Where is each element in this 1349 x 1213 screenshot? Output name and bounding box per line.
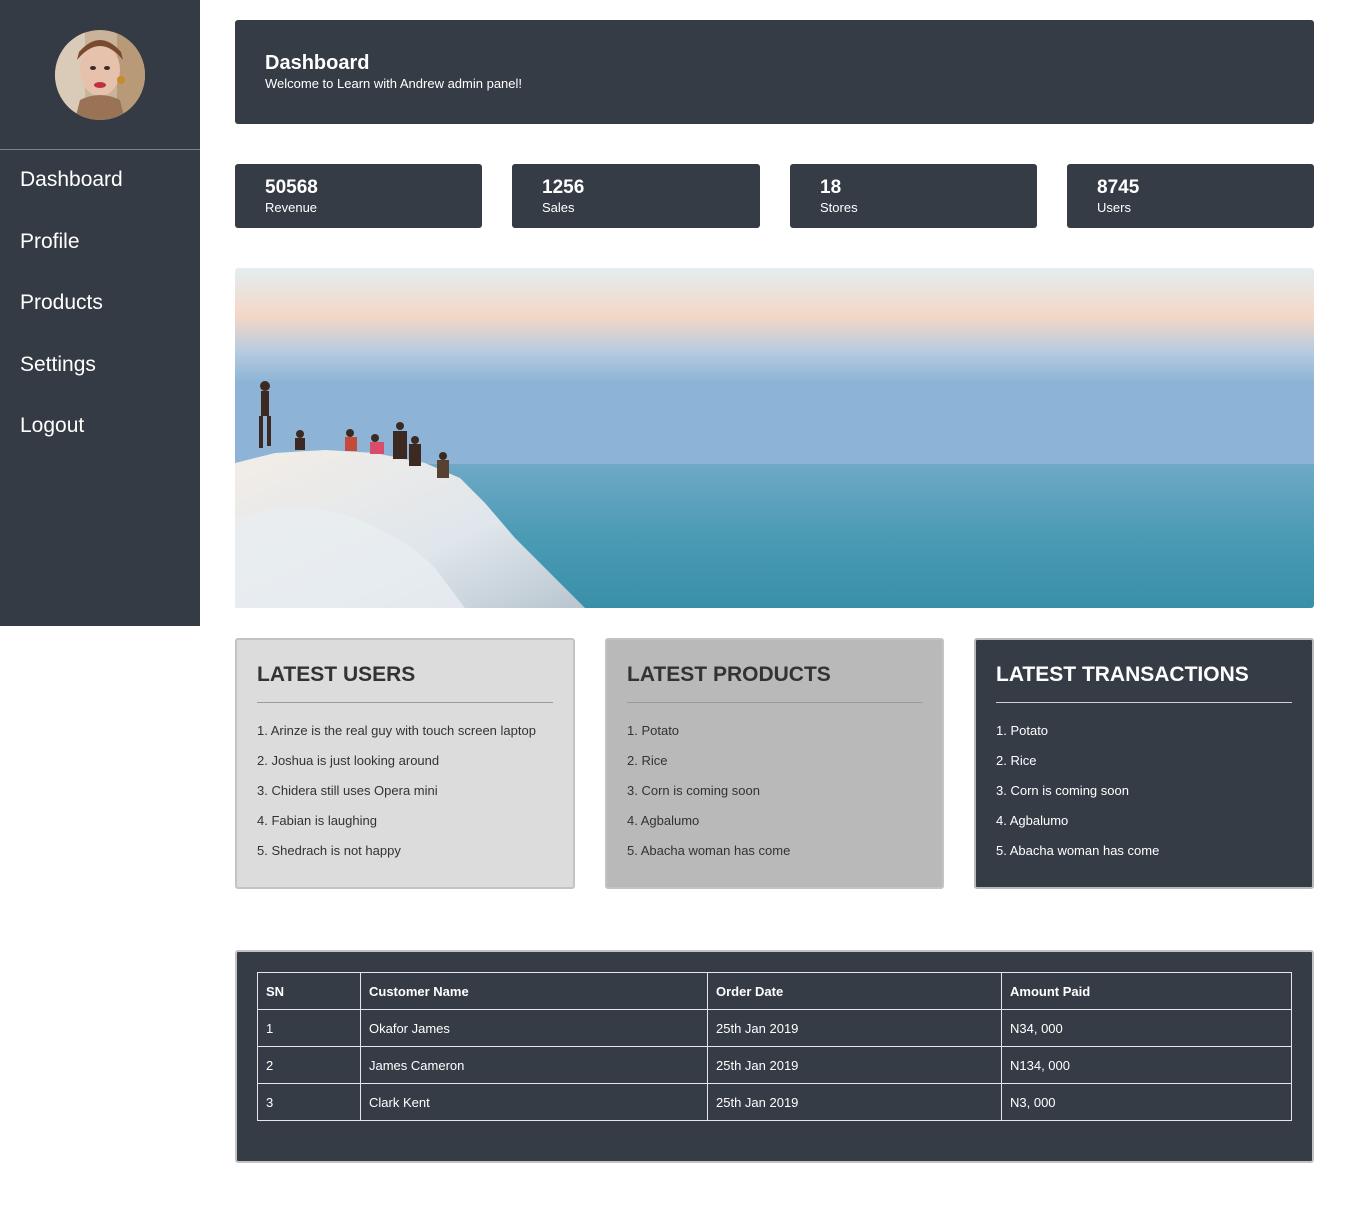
stat-value: 8745 [1097,177,1140,198]
latest-users-list: 1. Arinze is the real guy with touch scr… [257,716,553,866]
table-header-row: SN Customer Name Order Date Amount Paid [257,972,1292,1010]
stat-label: Revenue [265,200,318,215]
list-item: 5. Abacha woman has come [996,843,1160,858]
stats-row: 50568 Revenue 1256 Sales 18 Stores 8745 … [235,164,1314,228]
sidebar-item-dashboard[interactable]: Dashboard [0,150,200,212]
list-item: 5. Abacha woman has come [627,843,791,858]
list-item: 1. Potato [996,723,1049,738]
page-subtitle: Welcome to Learn with Andrew admin panel… [265,76,523,91]
table-row: 3 Clark Kent 25th Jan 2019 N3, 000 [257,1083,1292,1121]
cell-sn: 3 [257,1083,361,1121]
sidebar-item-profile[interactable]: Profile [0,212,200,274]
stat-card-sales: 1256 Sales [512,164,760,228]
sidebar-item-logout[interactable]: Logout [0,396,200,458]
stat-card-revenue: 50568 Revenue [235,164,482,228]
cell-customer-name: Okafor James [360,1009,708,1047]
cell-order-date: 25th Jan 2019 [707,1083,1002,1121]
cell-order-date: 25th Jan 2019 [707,1009,1002,1047]
latest-users-panel: LATEST USERS 1. Arinze is the real guy w… [235,638,575,889]
list-item: 2. Joshua is just looking around [257,753,440,768]
table-row: 2 James Cameron 25th Jan 2019 N134, 000 [257,1046,1292,1084]
cell-order-date: 25th Jan 2019 [707,1046,1002,1084]
sidebar-item-settings[interactable]: Settings [0,335,200,397]
dashboard-header: Dashboard Welcome to Learn with Andrew a… [235,20,1314,124]
cell-amount-paid: N134, 000 [1001,1046,1292,1084]
list-item: 1. Arinze is the real guy with touch scr… [257,723,536,738]
stat-label: Users [1097,200,1131,215]
cell-customer-name: James Cameron [360,1046,708,1084]
stat-label: Stores [820,200,858,215]
stat-label: Sales [542,200,575,215]
latest-panels: LATEST USERS 1. Arinze is the real guy w… [235,638,1314,890]
cell-sn: 1 [257,1009,361,1047]
list-item: 4. Fabian is laughing [257,813,377,828]
table-row: 1 Okafor James 25th Jan 2019 N34, 000 [257,1009,1292,1047]
seaside-image [235,268,1314,608]
list-item: 5. Shedrach is not happy [257,843,401,858]
cell-customer-name: Clark Kent [360,1083,708,1121]
panel-title: LATEST PRODUCTS [627,660,922,703]
list-item: 1. Potato [627,723,680,738]
column-header-customer-name: Customer Name [360,972,708,1010]
stat-card-stores: 18 Stores [790,164,1037,228]
latest-transactions-panel: LATEST TRANSACTIONS 1. Potato 2. Rice 3.… [974,638,1314,889]
stat-value: 50568 [265,177,318,198]
avatar-section [0,0,200,150]
stat-value: 18 [820,177,842,198]
cell-amount-paid: N34, 000 [1001,1009,1292,1047]
panel-title: LATEST TRANSACTIONS [996,660,1292,703]
list-item: 3. Chidera still uses Opera mini [257,783,438,798]
cell-amount-paid: N3, 000 [1001,1083,1292,1121]
stat-card-users: 8745 Users [1067,164,1314,228]
list-item: 4. Agbalumo [627,813,700,828]
main-content: Dashboard Welcome to Learn with Andrew a… [235,20,1314,1163]
sidebar: Dashboard Profile Products Settings Logo… [0,0,200,626]
list-item: 3. Corn is coming soon [627,783,760,798]
sidebar-nav: Dashboard Profile Products Settings Logo… [0,150,200,458]
avatar-image [55,30,145,120]
hero-banner [235,268,1314,608]
list-item: 2. Rice [996,753,1037,768]
stat-value: 1256 [542,177,585,198]
panel-title: LATEST USERS [257,660,553,703]
cell-sn: 2 [257,1046,361,1084]
page-title: Dashboard [265,52,370,74]
latest-products-list: 1. Potato 2. Rice 3. Corn is coming soon… [627,716,922,866]
orders-table: SN Customer Name Order Date Amount Paid … [257,972,1292,1121]
avatar[interactable] [55,30,145,120]
latest-products-panel: LATEST PRODUCTS 1. Potato 2. Rice 3. Cor… [605,638,944,889]
column-header-amount-paid: Amount Paid [1001,972,1292,1010]
column-header-sn: SN [257,972,361,1010]
list-item: 2. Rice [627,753,668,768]
column-header-order-date: Order Date [707,972,1002,1010]
sidebar-item-products[interactable]: Products [0,273,200,335]
list-item: 4. Agbalumo [996,813,1069,828]
latest-transactions-list: 1. Potato 2. Rice 3. Corn is coming soon… [996,716,1292,866]
list-item: 3. Corn is coming soon [996,783,1129,798]
orders-table-card: SN Customer Name Order Date Amount Paid … [235,950,1314,1163]
